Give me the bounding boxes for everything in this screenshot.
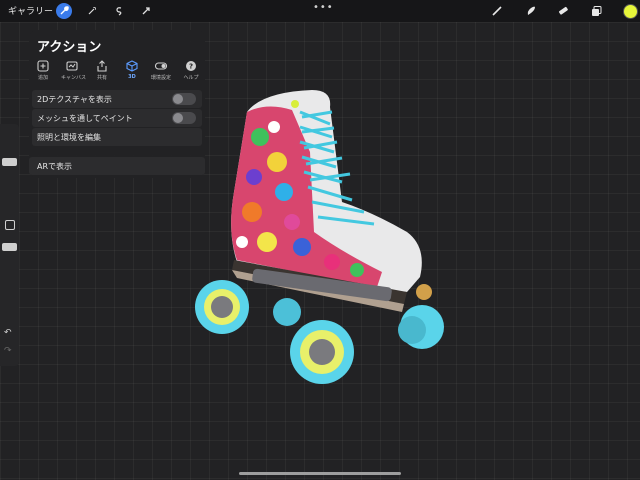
magic-wand-icon[interactable] [84, 3, 100, 19]
eraser-icon[interactable] [555, 3, 571, 19]
tab-preferences[interactable]: 環境設定 [150, 60, 172, 81]
tab-label: ヘルプ [183, 75, 199, 81]
top-toolbar: ギャラリー ••• [0, 0, 640, 22]
cube-icon [126, 60, 138, 72]
color-picker-button[interactable] [623, 4, 638, 19]
home-indicator[interactable] [239, 472, 401, 475]
edit-lighting-row[interactable]: 照明と環境を編集 [32, 128, 202, 146]
canvas-icon [66, 61, 78, 71]
selection-icon[interactable] [111, 3, 127, 19]
tab-label: 3D [128, 74, 136, 80]
layers-icon[interactable] [588, 3, 604, 19]
tab-label: 追加 [37, 75, 48, 81]
tab-add[interactable]: 追加 [32, 60, 54, 81]
paint-through-mesh-toggle[interactable] [172, 112, 196, 124]
view-in-ar-row[interactable]: ARで表示 [29, 157, 205, 175]
row-label: 2Dテクスチャを表示 [37, 95, 112, 104]
redo-icon[interactable]: ↷ [4, 346, 12, 356]
move-icon[interactable] [138, 3, 154, 19]
actions-panel: アクション 追加 キャンバス 共有 3D 環境設定 ? ヘルプ 2Dテクスチャを… [29, 30, 205, 178]
tab-canvas[interactable]: キャンバス [61, 60, 87, 81]
tab-3d[interactable]: 3D [121, 60, 143, 80]
tab-label: 共有 [96, 75, 107, 81]
brush-opacity-slider[interactable] [2, 243, 17, 251]
brush-icon[interactable] [489, 3, 505, 19]
row-label: 照明と環境を編集 [37, 133, 101, 142]
smudge-icon[interactable] [523, 3, 539, 19]
panel-title: アクション [37, 40, 102, 55]
roller-skate-model[interactable] [192, 82, 452, 392]
tab-help[interactable]: ? ヘルプ [180, 60, 202, 81]
show-2d-texture-toggle[interactable] [172, 93, 196, 105]
paint-through-mesh-row: メッシュを通してペイント [32, 109, 202, 127]
brush-size-slider[interactable] [2, 158, 17, 166]
toggle-knob [173, 113, 183, 123]
help-icon: ? [186, 61, 196, 71]
tab-share[interactable]: 共有 [91, 60, 113, 81]
svg-text:?: ? [189, 63, 193, 71]
more-options-dots[interactable]: ••• [313, 2, 334, 13]
add-icon [37, 60, 49, 72]
wrench-icon[interactable] [56, 3, 72, 19]
toggle-knob [173, 94, 183, 104]
tab-label: キャンバス [61, 75, 87, 81]
undo-icon[interactable]: ↶ [4, 328, 12, 338]
actions-tabs: 追加 キャンバス 共有 3D 環境設定 ? ヘルプ [29, 60, 205, 82]
toggle-prefs-icon [155, 62, 167, 70]
row-label: メッシュを通してペイント [37, 114, 133, 123]
gallery-button[interactable]: ギャラリー [8, 4, 53, 17]
tab-label: 環境設定 [150, 75, 171, 81]
left-sidebar: ↶ ↷ [0, 124, 19, 366]
share-icon [97, 60, 107, 72]
modify-button[interactable] [5, 220, 15, 230]
row-label: ARで表示 [37, 162, 73, 171]
show-2d-texture-row: 2Dテクスチャを表示 [32, 90, 202, 108]
